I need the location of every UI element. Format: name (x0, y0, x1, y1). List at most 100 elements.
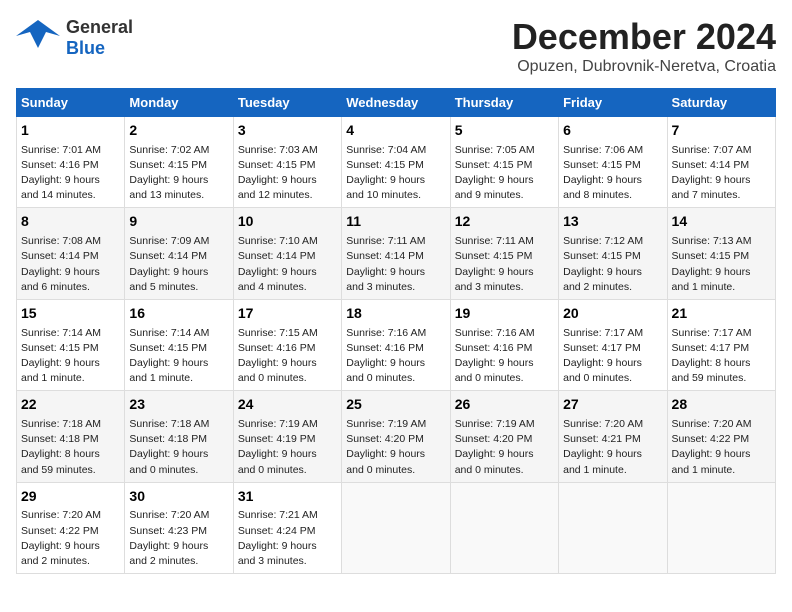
day-info: Sunrise: 7:15 AMSunset: 4:16 PMDaylight:… (238, 326, 337, 387)
calendar-cell: 2Sunrise: 7:02 AMSunset: 4:15 PMDaylight… (125, 117, 233, 208)
day-info: Sunrise: 7:04 AMSunset: 4:15 PMDaylight:… (346, 143, 445, 204)
calendar-cell: 27Sunrise: 7:20 AMSunset: 4:21 PMDayligh… (559, 391, 667, 482)
day-info: Sunrise: 7:19 AMSunset: 4:20 PMDaylight:… (346, 417, 445, 478)
day-info: Sunrise: 7:14 AMSunset: 4:15 PMDaylight:… (21, 326, 120, 387)
day-info: Sunrise: 7:03 AMSunset: 4:15 PMDaylight:… (238, 143, 337, 204)
calendar-cell (559, 482, 667, 573)
day-number: 9 (129, 212, 228, 232)
header-tuesday: Tuesday (233, 89, 341, 117)
calendar-cell: 17Sunrise: 7:15 AMSunset: 4:16 PMDayligh… (233, 299, 341, 390)
day-number: 31 (238, 487, 337, 507)
calendar-cell: 13Sunrise: 7:12 AMSunset: 4:15 PMDayligh… (559, 208, 667, 299)
calendar-week-4: 22Sunrise: 7:18 AMSunset: 4:18 PMDayligh… (17, 391, 776, 482)
day-number: 25 (346, 395, 445, 415)
day-number: 18 (346, 304, 445, 324)
day-number: 10 (238, 212, 337, 232)
calendar-cell: 23Sunrise: 7:18 AMSunset: 4:18 PMDayligh… (125, 391, 233, 482)
day-number: 30 (129, 487, 228, 507)
logo-text: General Blue (66, 17, 133, 59)
calendar-cell: 18Sunrise: 7:16 AMSunset: 4:16 PMDayligh… (342, 299, 450, 390)
day-number: 26 (455, 395, 554, 415)
day-info: Sunrise: 7:09 AMSunset: 4:14 PMDaylight:… (129, 234, 228, 295)
day-number: 6 (563, 121, 662, 141)
day-number: 28 (672, 395, 771, 415)
day-info: Sunrise: 7:11 AMSunset: 4:15 PMDaylight:… (455, 234, 554, 295)
calendar-cell: 25Sunrise: 7:19 AMSunset: 4:20 PMDayligh… (342, 391, 450, 482)
logo-blue: Blue (66, 38, 133, 59)
calendar-cell: 12Sunrise: 7:11 AMSunset: 4:15 PMDayligh… (450, 208, 558, 299)
calendar-cell: 21Sunrise: 7:17 AMSunset: 4:17 PMDayligh… (667, 299, 775, 390)
day-number: 4 (346, 121, 445, 141)
calendar-cell: 20Sunrise: 7:17 AMSunset: 4:17 PMDayligh… (559, 299, 667, 390)
calendar-cell: 9Sunrise: 7:09 AMSunset: 4:14 PMDaylight… (125, 208, 233, 299)
day-info: Sunrise: 7:12 AMSunset: 4:15 PMDaylight:… (563, 234, 662, 295)
day-number: 27 (563, 395, 662, 415)
title-area: December 2024 Opuzen, Dubrovnik-Neretva,… (512, 16, 776, 76)
calendar-cell: 24Sunrise: 7:19 AMSunset: 4:19 PMDayligh… (233, 391, 341, 482)
calendar-cell: 29Sunrise: 7:20 AMSunset: 4:22 PMDayligh… (17, 482, 125, 573)
day-number: 29 (21, 487, 120, 507)
day-number: 22 (21, 395, 120, 415)
header-monday: Monday (125, 89, 233, 117)
day-number: 24 (238, 395, 337, 415)
calendar-week-2: 8Sunrise: 7:08 AMSunset: 4:14 PMDaylight… (17, 208, 776, 299)
calendar-cell: 10Sunrise: 7:10 AMSunset: 4:14 PMDayligh… (233, 208, 341, 299)
calendar-cell: 7Sunrise: 7:07 AMSunset: 4:14 PMDaylight… (667, 117, 775, 208)
calendar-cell: 16Sunrise: 7:14 AMSunset: 4:15 PMDayligh… (125, 299, 233, 390)
calendar-cell: 31Sunrise: 7:21 AMSunset: 4:24 PMDayligh… (233, 482, 341, 573)
day-info: Sunrise: 7:17 AMSunset: 4:17 PMDaylight:… (563, 326, 662, 387)
header-sunday: Sunday (17, 89, 125, 117)
calendar-cell: 22Sunrise: 7:18 AMSunset: 4:18 PMDayligh… (17, 391, 125, 482)
header-wednesday: Wednesday (342, 89, 450, 117)
day-info: Sunrise: 7:18 AMSunset: 4:18 PMDaylight:… (21, 417, 120, 478)
day-number: 3 (238, 121, 337, 141)
calendar-cell: 5Sunrise: 7:05 AMSunset: 4:15 PMDaylight… (450, 117, 558, 208)
calendar-cell: 6Sunrise: 7:06 AMSunset: 4:15 PMDaylight… (559, 117, 667, 208)
calendar-cell (342, 482, 450, 573)
day-info: Sunrise: 7:08 AMSunset: 4:14 PMDaylight:… (21, 234, 120, 295)
day-number: 12 (455, 212, 554, 232)
day-number: 20 (563, 304, 662, 324)
day-info: Sunrise: 7:19 AMSunset: 4:19 PMDaylight:… (238, 417, 337, 478)
day-info: Sunrise: 7:19 AMSunset: 4:20 PMDaylight:… (455, 417, 554, 478)
day-info: Sunrise: 7:06 AMSunset: 4:15 PMDaylight:… (563, 143, 662, 204)
calendar-cell: 28Sunrise: 7:20 AMSunset: 4:22 PMDayligh… (667, 391, 775, 482)
calendar-cell: 1Sunrise: 7:01 AMSunset: 4:16 PMDaylight… (17, 117, 125, 208)
day-number: 15 (21, 304, 120, 324)
logo: General Blue (16, 16, 133, 60)
day-number: 8 (21, 212, 120, 232)
logo-general: General (66, 17, 133, 38)
calendar-cell: 15Sunrise: 7:14 AMSunset: 4:15 PMDayligh… (17, 299, 125, 390)
day-number: 16 (129, 304, 228, 324)
day-info: Sunrise: 7:11 AMSunset: 4:14 PMDaylight:… (346, 234, 445, 295)
header-thursday: Thursday (450, 89, 558, 117)
header-saturday: Saturday (667, 89, 775, 117)
day-number: 5 (455, 121, 554, 141)
day-number: 1 (21, 121, 120, 141)
header-friday: Friday (559, 89, 667, 117)
day-info: Sunrise: 7:02 AMSunset: 4:15 PMDaylight:… (129, 143, 228, 204)
day-info: Sunrise: 7:20 AMSunset: 4:23 PMDaylight:… (129, 508, 228, 569)
subtitle: Opuzen, Dubrovnik-Neretva, Croatia (512, 58, 776, 76)
day-info: Sunrise: 7:10 AMSunset: 4:14 PMDaylight:… (238, 234, 337, 295)
calendar-cell: 30Sunrise: 7:20 AMSunset: 4:23 PMDayligh… (125, 482, 233, 573)
day-number: 7 (672, 121, 771, 141)
calendar-week-5: 29Sunrise: 7:20 AMSunset: 4:22 PMDayligh… (17, 482, 776, 573)
calendar-week-1: 1Sunrise: 7:01 AMSunset: 4:16 PMDaylight… (17, 117, 776, 208)
main-title: December 2024 (512, 16, 776, 58)
day-number: 14 (672, 212, 771, 232)
day-info: Sunrise: 7:17 AMSunset: 4:17 PMDaylight:… (672, 326, 771, 387)
logo-bird-icon (16, 16, 60, 60)
calendar-cell: 14Sunrise: 7:13 AMSunset: 4:15 PMDayligh… (667, 208, 775, 299)
day-number: 11 (346, 212, 445, 232)
calendar-header-row: SundayMondayTuesdayWednesdayThursdayFrid… (17, 89, 776, 117)
day-info: Sunrise: 7:16 AMSunset: 4:16 PMDaylight:… (455, 326, 554, 387)
calendar-cell: 3Sunrise: 7:03 AMSunset: 4:15 PMDaylight… (233, 117, 341, 208)
day-number: 21 (672, 304, 771, 324)
calendar-cell: 4Sunrise: 7:04 AMSunset: 4:15 PMDaylight… (342, 117, 450, 208)
calendar-cell: 26Sunrise: 7:19 AMSunset: 4:20 PMDayligh… (450, 391, 558, 482)
day-info: Sunrise: 7:05 AMSunset: 4:15 PMDaylight:… (455, 143, 554, 204)
day-number: 19 (455, 304, 554, 324)
day-number: 13 (563, 212, 662, 232)
day-info: Sunrise: 7:20 AMSunset: 4:21 PMDaylight:… (563, 417, 662, 478)
